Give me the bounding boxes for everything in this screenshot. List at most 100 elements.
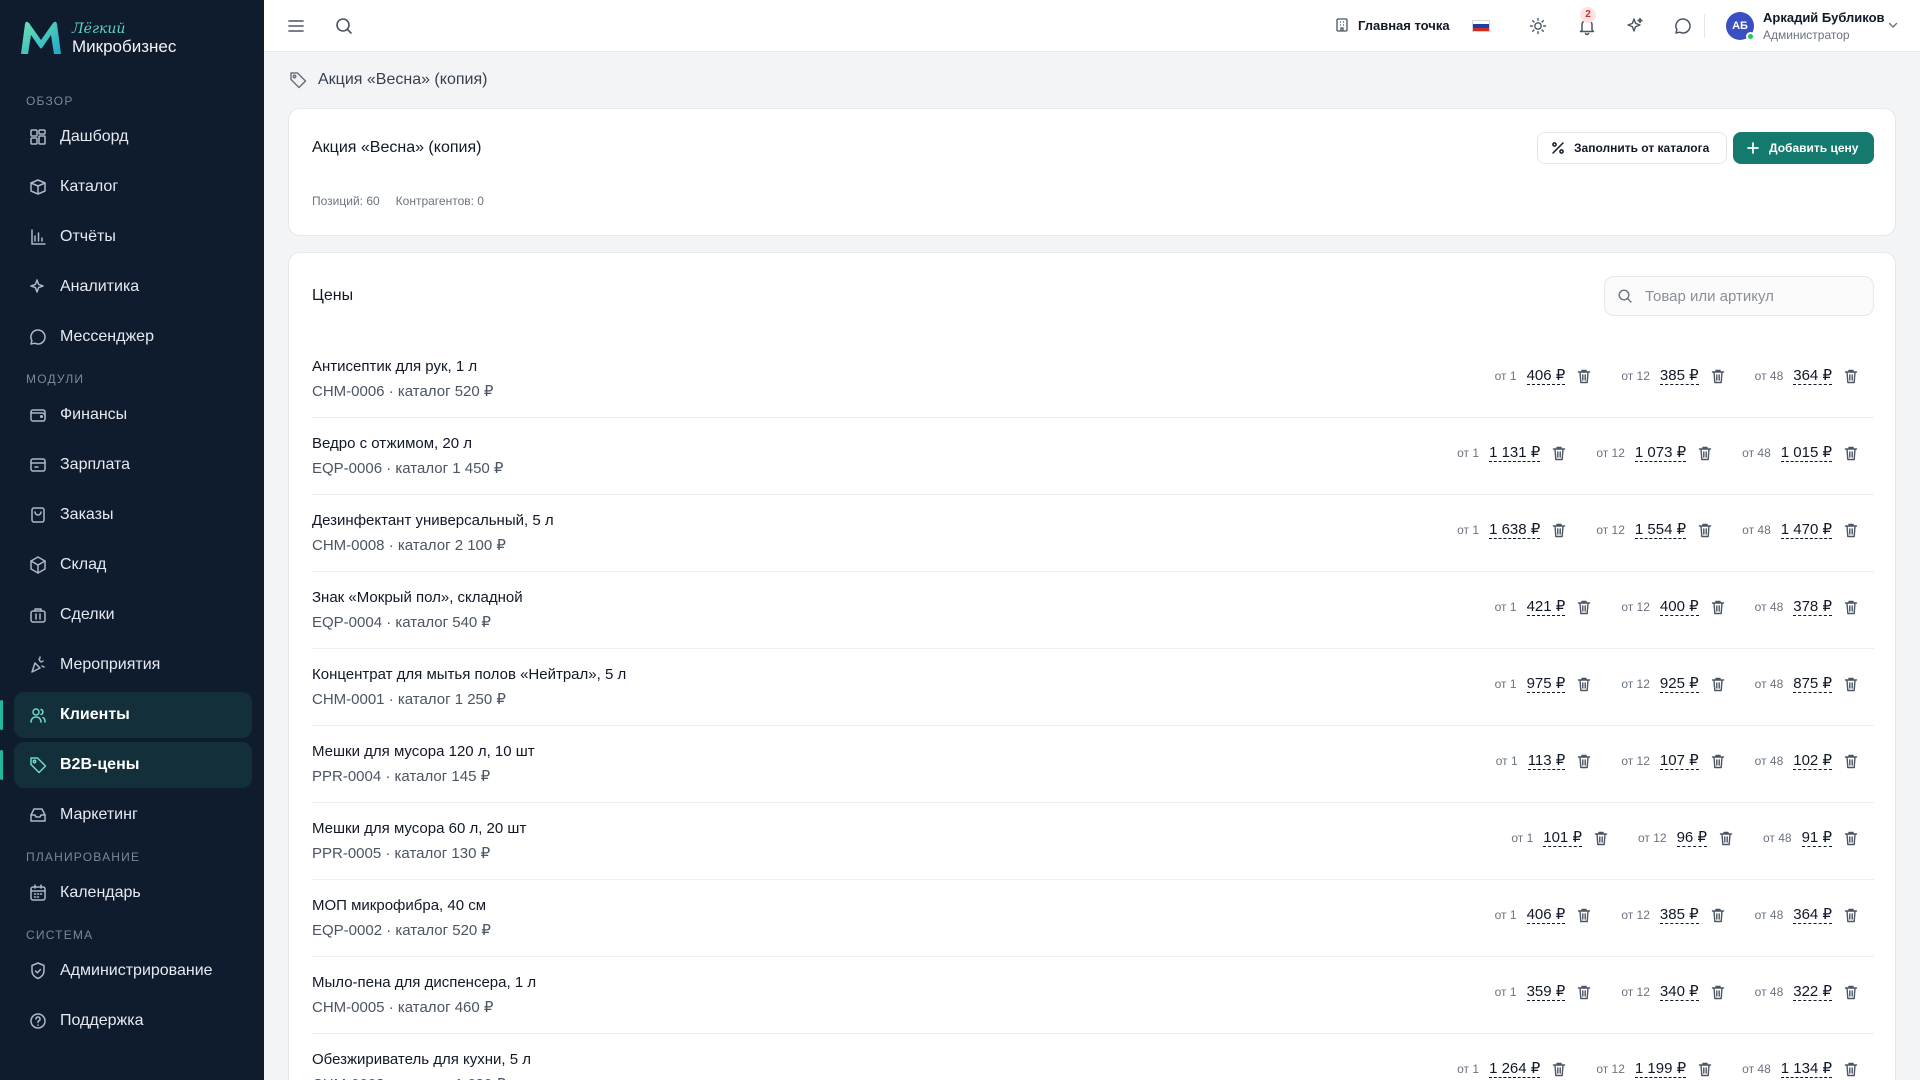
trash-icon[interactable] xyxy=(1709,983,1727,1001)
sidebar-item-marketing[interactable]: Маркетинг xyxy=(14,792,252,838)
product-search[interactable] xyxy=(1604,276,1874,316)
tier-price[interactable]: 378 ₽ xyxy=(1793,598,1832,616)
sidebar-item-tag[interactable]: B2B-цены xyxy=(0,742,252,788)
menu-icon[interactable] xyxy=(286,16,306,36)
sidebar-item-analytics[interactable]: Аналитика xyxy=(14,264,252,310)
sidebar-item-clients[interactable]: Клиенты xyxy=(0,692,252,738)
sidebar-item-support[interactable]: Поддержка xyxy=(14,998,252,1044)
product-sku: CHM-0005 · каталог 460 ₽ xyxy=(312,999,494,1016)
sidebar-item-label: Сделки xyxy=(60,606,115,623)
tier-price[interactable]: 96 ₽ xyxy=(1676,829,1707,847)
trash-icon[interactable] xyxy=(1575,675,1593,693)
sidebar-item-salary[interactable]: Зарплата xyxy=(14,442,252,488)
add-price-button[interactable]: Добавить цену xyxy=(1733,132,1874,164)
trash-icon[interactable] xyxy=(1842,598,1860,616)
trash-icon[interactable] xyxy=(1550,444,1568,462)
tier-price[interactable]: 385 ₽ xyxy=(1659,906,1699,924)
tier-price[interactable]: 1 264 ₽ xyxy=(1489,1060,1541,1078)
tier-price[interactable]: 1 131 ₽ xyxy=(1489,444,1541,462)
trash-icon[interactable] xyxy=(1696,1060,1714,1078)
tier-price[interactable]: 91 ₽ xyxy=(1801,829,1832,847)
tier-price[interactable]: 340 ₽ xyxy=(1659,983,1699,1001)
tier-quantity: от 12 xyxy=(1621,908,1650,922)
tier-price[interactable]: 101 ₽ xyxy=(1543,829,1582,847)
search-icon[interactable] xyxy=(334,16,354,36)
trash-icon[interactable] xyxy=(1842,829,1860,847)
product-name: Мешки для мусора 60 л, 20 шт xyxy=(312,820,527,837)
location-selector[interactable]: Главная точка xyxy=(1334,17,1450,33)
sidebar-item-events[interactable]: Мероприятия xyxy=(14,642,252,688)
trash-icon[interactable] xyxy=(1842,444,1860,462)
chat-icon[interactable] xyxy=(1673,16,1693,36)
tier-price[interactable]: 1 134 ₽ xyxy=(1780,1060,1832,1078)
tier-price[interactable]: 364 ₽ xyxy=(1793,367,1832,385)
tier-price[interactable]: 400 ₽ xyxy=(1659,598,1699,616)
counterparties-count: Контрагентов: 0 xyxy=(395,194,484,208)
tier-price[interactable]: 1 015 ₽ xyxy=(1780,444,1832,462)
trash-icon[interactable] xyxy=(1842,521,1860,539)
theme-sun-icon[interactable] xyxy=(1528,16,1548,36)
trash-icon[interactable] xyxy=(1709,367,1727,385)
trash-icon[interactable] xyxy=(1709,906,1727,924)
price-tiers: от 1 1 638 ₽ от 12 1 554 ₽ от 48 1 470 ₽ xyxy=(1429,521,1860,539)
tier-price[interactable]: 1 638 ₽ xyxy=(1489,521,1541,539)
trash-icon[interactable] xyxy=(1842,983,1860,1001)
tier-price[interactable]: 107 ₽ xyxy=(1659,752,1699,770)
fill-from-catalog-button[interactable]: Заполнить от каталога xyxy=(1537,132,1727,164)
trash-icon[interactable] xyxy=(1709,598,1727,616)
tier-price[interactable]: 875 ₽ xyxy=(1793,675,1832,693)
trash-icon[interactable] xyxy=(1575,598,1593,616)
tier-price[interactable]: 322 ₽ xyxy=(1793,983,1832,1001)
tier-price[interactable]: 359 ₽ xyxy=(1526,983,1566,1001)
marketing-icon xyxy=(30,808,46,822)
trash-icon[interactable] xyxy=(1842,906,1860,924)
chevron-down-icon[interactable] xyxy=(1886,18,1900,32)
trash-icon[interactable] xyxy=(1842,367,1860,385)
percent-icon xyxy=(1552,142,1564,154)
sidebar-item-dashboard[interactable]: Дашборд xyxy=(14,114,252,160)
sidebar-item-catalog[interactable]: Каталог xyxy=(14,164,252,210)
user-name[interactable]: Аркадий Бубликов xyxy=(1763,10,1885,25)
sidebar-item-admin-shield[interactable]: Администрирование xyxy=(14,948,252,994)
trash-icon[interactable] xyxy=(1842,752,1860,770)
trash-icon[interactable] xyxy=(1696,521,1714,539)
trash-icon[interactable] xyxy=(1575,367,1593,385)
sidebar-item-deals[interactable]: Сделки xyxy=(14,592,252,638)
sidebar-item-messenger[interactable]: Мессенджер xyxy=(14,314,252,360)
trash-icon[interactable] xyxy=(1696,444,1714,462)
tier-price[interactable]: 1 073 ₽ xyxy=(1634,444,1687,462)
trash-icon[interactable] xyxy=(1575,983,1593,1001)
sidebar-item-calendar[interactable]: Календарь xyxy=(14,870,252,916)
tier-price[interactable]: 975 ₽ xyxy=(1526,675,1566,693)
tier-price[interactable]: 102 ₽ xyxy=(1793,752,1832,770)
tier-price[interactable]: 925 ₽ xyxy=(1659,675,1699,693)
trash-icon[interactable] xyxy=(1575,752,1593,770)
tier-price[interactable]: 406 ₽ xyxy=(1526,367,1566,385)
sidebar-item-finance[interactable]: Финансы xyxy=(14,392,252,438)
trash-icon[interactable] xyxy=(1550,521,1568,539)
sidebar-item-orders[interactable]: Заказы xyxy=(14,492,252,538)
sidebar: Лёгкий Микробизнес Обзор Дашборд Каталог От… xyxy=(0,0,264,1080)
tier-price[interactable]: 385 ₽ xyxy=(1659,367,1699,385)
tier-price[interactable]: 1 199 ₽ xyxy=(1634,1060,1687,1078)
trash-icon[interactable] xyxy=(1842,675,1860,693)
trash-icon[interactable] xyxy=(1550,1060,1568,1078)
language-flag-icon[interactable] xyxy=(1472,20,1490,32)
trash-icon[interactable] xyxy=(1842,1060,1860,1078)
tier-price[interactable]: 1 470 ₽ xyxy=(1780,521,1832,539)
tier-price[interactable]: 113 ₽ xyxy=(1527,752,1566,770)
tier-price[interactable]: 421 ₽ xyxy=(1526,598,1566,616)
trash-icon[interactable] xyxy=(1592,829,1610,847)
tier-price[interactable]: 1 554 ₽ xyxy=(1634,521,1687,539)
trash-icon[interactable] xyxy=(1709,752,1727,770)
trash-icon[interactable] xyxy=(1717,829,1735,847)
tier-price[interactable]: 364 ₽ xyxy=(1793,906,1832,924)
trash-icon[interactable] xyxy=(1575,906,1593,924)
sparkles-icon[interactable] xyxy=(1625,16,1645,36)
tier-price[interactable]: 406 ₽ xyxy=(1526,906,1566,924)
search-input[interactable] xyxy=(1645,287,1865,305)
sidebar-item-warehouse[interactable]: Склад xyxy=(14,542,252,588)
trash-icon[interactable] xyxy=(1709,675,1727,693)
app-logo[interactable]: Лёгкий Микробизнес xyxy=(18,18,176,58)
sidebar-item-reports[interactable]: Отчёты xyxy=(14,214,252,260)
